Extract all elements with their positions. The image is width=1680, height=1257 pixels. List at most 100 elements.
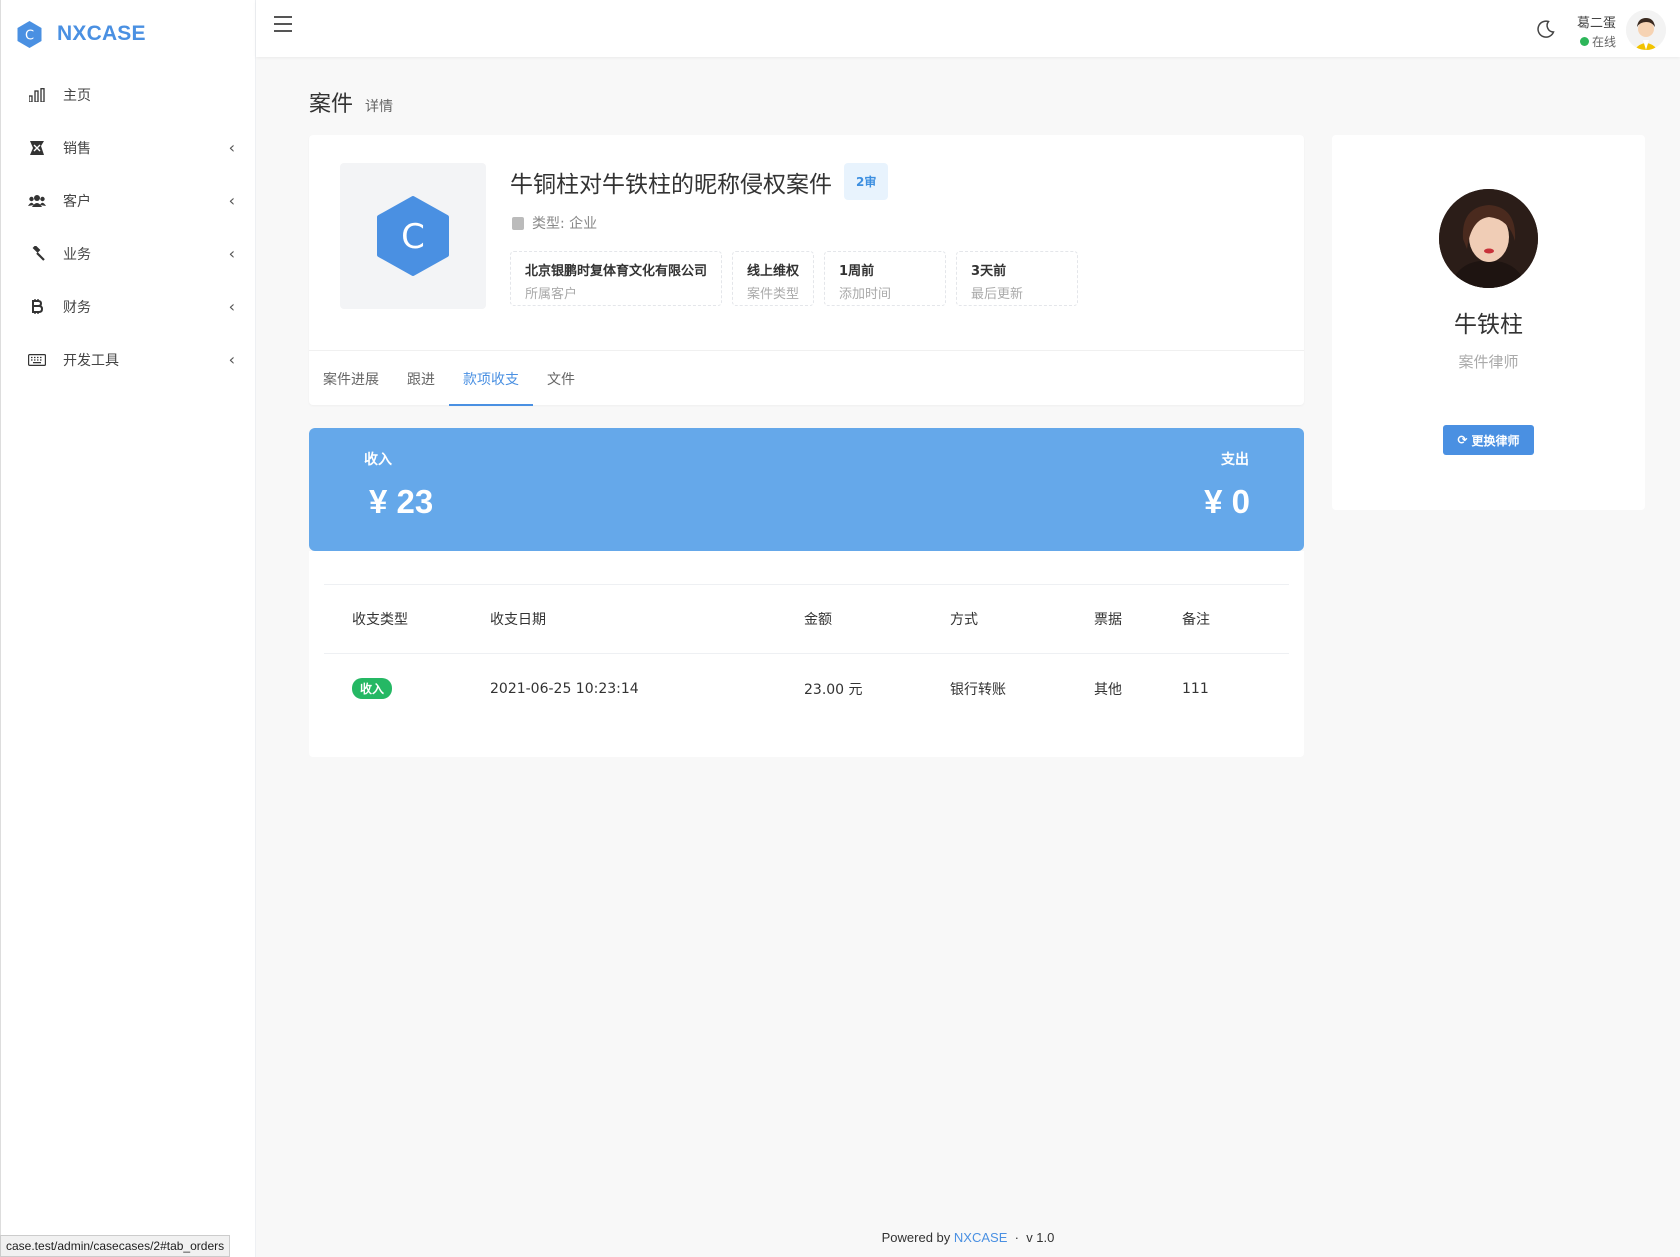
tab-progress[interactable]: 案件进展 xyxy=(323,351,393,406)
stat-last-updated: 3天前 最后更新 xyxy=(956,251,1079,306)
chevron-left-icon: ‹ xyxy=(228,191,235,210)
case-type-text: 类型: 企业 xyxy=(532,216,598,232)
sidebar-nav: 主页 销售 ‹ 客户 ‹ 业务 ‹ 财务 ‹ 开发工具 ‹ xyxy=(1,68,255,386)
brand-name: NXCASE xyxy=(57,22,146,45)
chevron-left-icon: ‹ xyxy=(228,297,235,316)
menu-toggle-icon[interactable] xyxy=(274,16,292,32)
sidebar-item-label: 业务 xyxy=(63,246,91,263)
stat-label: 添加时间 xyxy=(839,287,892,302)
keyboard-icon xyxy=(27,350,47,370)
page-title: 案件 详情 xyxy=(309,86,393,118)
case-card: C 牛铜柱对牛铁柱的昵称侵权案件 2审 类型: 企业 北京银鹏时复体育文化有限公… xyxy=(309,135,1304,406)
page-subtitle: 详情 xyxy=(365,99,394,115)
expense-label: 支出 xyxy=(1221,452,1249,468)
case-title-row: 牛铜柱对牛铁柱的昵称侵权案件 2审 xyxy=(510,163,889,200)
sidebar: C NXCASE 主页 销售 ‹ 客户 ‹ 业务 ‹ 财务 ‹ 开发工具 ‹ xyxy=(0,0,256,1257)
stat-label: 最后更新 xyxy=(971,287,1024,302)
bitcoin-icon xyxy=(27,297,47,317)
brand-logo-icon: C xyxy=(15,20,44,49)
tab-followup[interactable]: 跟进 xyxy=(393,351,449,406)
stat-value: 1周前 xyxy=(839,264,875,279)
online-dot-icon xyxy=(1579,37,1589,46)
user-name: 葛二蛋 xyxy=(1576,16,1616,31)
sidebar-item-finance[interactable]: 财务 ‹ xyxy=(1,280,255,333)
sidebar-item-label: 开发工具 xyxy=(63,352,119,369)
topbar: 葛二蛋 在线 xyxy=(256,0,1680,57)
stat-customer: 北京银鹏时复体育文化有限公司 所属客户 xyxy=(510,251,723,306)
sidebar-item-label: 销售 xyxy=(63,140,91,157)
sidebar-item-home[interactable]: 主页 xyxy=(1,68,255,121)
tab-payments[interactable]: 款项收支 xyxy=(449,351,533,406)
cell-type: 收入 xyxy=(324,654,490,724)
change-lawyer-label: 更换律师 xyxy=(1471,433,1520,448)
cell-amount: 23.00 元 xyxy=(804,681,863,698)
sales-icon xyxy=(27,138,47,158)
lawyer-avatar xyxy=(1439,189,1538,288)
chevron-left-icon: ‹ xyxy=(228,350,235,369)
orders-table: 收支类型 收支日期 金额 方式 票据 备注 收入 2021-06-25 10:2… xyxy=(324,584,1289,724)
contact-card-icon xyxy=(512,216,524,230)
stat-label: 案件类型 xyxy=(747,287,800,302)
footer-brand-link[interactable]: NXCASE xyxy=(954,1230,1007,1245)
user-menu[interactable]: 葛二蛋 在线 xyxy=(1577,12,1616,50)
stage-badge: 2审 xyxy=(844,163,889,200)
sidebar-item-sales[interactable]: 销售 ‹ xyxy=(1,121,255,174)
svg-text:C: C xyxy=(401,217,425,257)
case-stats: 北京银鹏时复体育文化有限公司 所属客户 线上维权 案件类型 1周前 添加时间 3… xyxy=(510,251,1079,306)
footer-prefix: Powered by xyxy=(881,1230,951,1245)
bar-chart-icon xyxy=(27,85,47,105)
user-status-label: 在线 xyxy=(1591,35,1616,49)
footer: Powered by NXCASE · v 1.0 xyxy=(256,1230,1680,1245)
stat-value: 线上维权 xyxy=(747,264,800,279)
sidebar-item-devtools[interactable]: 开发工具 ‹ xyxy=(1,333,255,386)
lawyer-role: 案件律师 xyxy=(1458,353,1519,371)
gavel-icon xyxy=(27,244,47,264)
cell-receipt: 其他 xyxy=(1094,681,1122,698)
finance-summary: 收入 ¥ 23 支出 ¥ 0 xyxy=(309,428,1304,551)
avatar[interactable] xyxy=(1626,10,1666,50)
column-header: 收支日期 xyxy=(490,584,804,654)
users-icon xyxy=(27,191,47,211)
stat-case-type: 线上维权 案件类型 xyxy=(732,251,815,306)
column-header: 金额 xyxy=(804,584,950,654)
stat-value: 北京银鹏时复体育文化有限公司 xyxy=(525,264,708,279)
status-bar-url: case.test/admin/casecases/2#tab_orders xyxy=(0,1235,231,1257)
case-type: 类型: 企业 xyxy=(512,213,597,233)
user-status: 在线 xyxy=(1577,33,1616,50)
dark-mode-toggle-icon[interactable] xyxy=(1536,19,1556,39)
income-label: 收入 xyxy=(364,452,392,468)
footer-separator: · xyxy=(1014,1230,1019,1245)
lawyer-name: 牛铁柱 xyxy=(1454,312,1523,338)
case-logo: C xyxy=(340,163,486,309)
sidebar-item-business[interactable]: 业务 ‹ xyxy=(1,227,255,280)
sidebar-item-label: 财务 xyxy=(63,299,91,316)
stat-value: 3天前 xyxy=(971,264,1007,279)
income-value: ¥ 23 xyxy=(369,483,434,520)
cell-note: 111 xyxy=(1182,680,1209,697)
chevron-left-icon: ‹ xyxy=(228,244,235,263)
brand[interactable]: C NXCASE xyxy=(1,0,255,68)
lawyer-card: 牛铁柱 案件律师 ⟳ 更换律师 xyxy=(1332,135,1645,510)
tab-files[interactable]: 文件 xyxy=(533,351,589,406)
footer-version: v 1.0 xyxy=(1026,1230,1055,1245)
column-header: 方式 xyxy=(950,584,1094,654)
table-header-row: 收支类型 收支日期 金额 方式 票据 备注 xyxy=(324,584,1289,654)
case-tabs: 案件进展 跟进 款项收支 文件 xyxy=(309,350,1304,406)
sidebar-item-label: 主页 xyxy=(63,87,91,104)
column-header: 收支类型 xyxy=(324,584,490,654)
orders-card: 收支类型 收支日期 金额 方式 票据 备注 收入 2021-06-25 10:2… xyxy=(309,551,1304,757)
sidebar-item-label: 客户 xyxy=(63,193,91,210)
column-header: 票据 xyxy=(1094,584,1182,654)
refresh-icon: ⟳ xyxy=(1457,433,1468,447)
sidebar-item-customers[interactable]: 客户 ‹ xyxy=(1,174,255,227)
expense-value: ¥ 0 xyxy=(1204,483,1250,520)
cell-date: 2021-06-25 10:23:14 xyxy=(490,680,639,697)
case-title: 牛铜柱对牛铁柱的昵称侵权案件 xyxy=(510,171,832,198)
cell-method: 银行转账 xyxy=(950,681,1006,698)
column-header: 备注 xyxy=(1182,584,1289,654)
case-logo-icon: C xyxy=(377,196,449,276)
income-badge: 收入 xyxy=(352,678,393,700)
stat-added-time: 1周前 添加时间 xyxy=(824,251,947,306)
change-lawyer-button[interactable]: ⟳ 更换律师 xyxy=(1443,425,1534,455)
svg-text:C: C xyxy=(25,28,34,43)
